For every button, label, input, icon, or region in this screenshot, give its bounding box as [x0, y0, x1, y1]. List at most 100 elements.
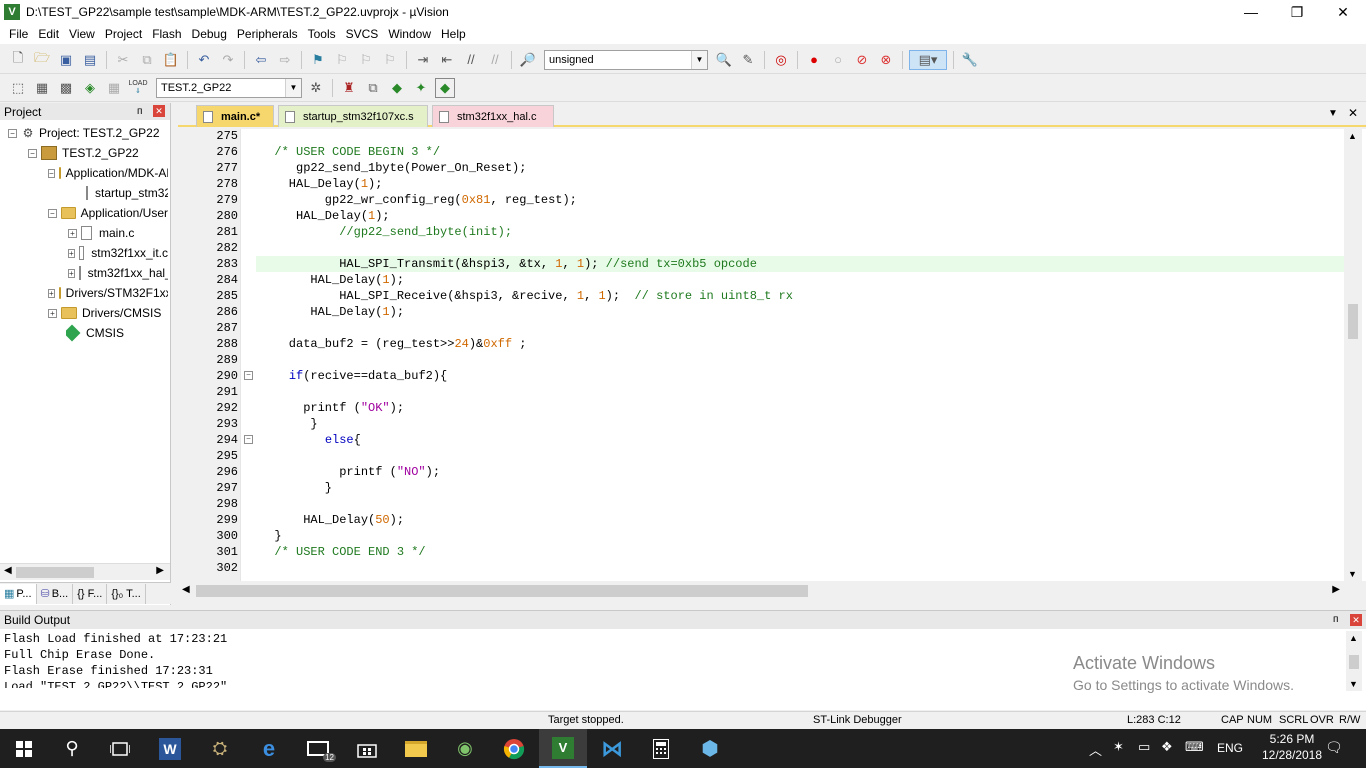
tree-item-startup-file[interactable]: startup_stm32f107xc.s [86, 183, 168, 203]
undo-icon[interactable]: ↶ [194, 50, 214, 70]
close-button[interactable]: ✕ [1320, 0, 1366, 24]
menu-view[interactable]: View [64, 27, 100, 41]
code-line[interactable]: 296 printf ("NO"); [178, 464, 1344, 480]
editor-horizontal-scrollbar[interactable]: ◀ ▶ [178, 582, 1344, 600]
tree-item-group-user[interactable]: − Application/User [48, 203, 168, 223]
menu-window[interactable]: Window [383, 27, 436, 41]
code-line[interactable]: 281 //gp22_send_1byte(init); [178, 224, 1344, 240]
scrollbar-thumb[interactable] [196, 585, 808, 597]
expand-icon[interactable]: + [68, 248, 75, 258]
scroll-down-icon[interactable]: ▼ [1348, 569, 1357, 579]
tray-chevron-up-icon[interactable]: ︿ [1089, 740, 1102, 759]
scroll-up-icon[interactable]: ▲ [1348, 131, 1357, 141]
find-combo[interactable]: unsigned ▼ [544, 49, 708, 70]
batch-build-icon[interactable]: ◈ [80, 78, 100, 98]
scrollbar-thumb[interactable] [16, 567, 94, 578]
breakpoint-disable-all-icon[interactable]: ⊘ [852, 50, 872, 70]
close-editor-icon[interactable]: ✕ [1348, 106, 1358, 120]
translate-icon[interactable]: ⬚ [8, 78, 28, 98]
mail-app-icon[interactable]: 12 [294, 729, 342, 768]
code-line[interactable]: 294− else{ [178, 432, 1344, 448]
cut-icon[interactable]: ✂ [113, 50, 133, 70]
word-app-icon[interactable]: W [146, 729, 194, 768]
code-line[interactable]: 300 } [178, 528, 1344, 544]
code-line[interactable]: 289 [178, 352, 1344, 368]
close-icon[interactable]: ✕ [1350, 614, 1362, 626]
tree-item-target[interactable]: − TEST.2_GP22 [28, 143, 168, 163]
pin-icon[interactable]: ᴨ [137, 106, 142, 117]
unindent-icon[interactable]: ⇤ [437, 50, 457, 70]
pack-installer-icon[interactable]: ◆ [387, 78, 407, 98]
code-line[interactable]: 297 } [178, 480, 1344, 496]
store-app-icon[interactable] [343, 729, 391, 768]
code-line[interactable]: 290− if(recive==data_buf2){ [178, 368, 1344, 384]
calculator-app-icon[interactable] [637, 729, 685, 768]
indent-icon[interactable]: ⇥ [413, 50, 433, 70]
battery-icon[interactable]: ▭ [1138, 739, 1150, 755]
bookmark-prev-icon[interactable]: ⚐ [332, 50, 352, 70]
collapse-icon[interactable]: − [48, 168, 55, 178]
code-line[interactable]: 302 [178, 560, 1344, 576]
tab-books[interactable]: ⛁ B... [37, 583, 74, 604]
tree-item-group-hal-driver[interactable]: + Drivers/STM32F1xx_HAL_Driver [48, 283, 168, 303]
menu-project[interactable]: Project [100, 27, 147, 41]
uvision-taskbar-icon[interactable]: V [539, 729, 587, 768]
code-line[interactable]: 287 [178, 320, 1344, 336]
network-app-icon[interactable]: ◉ [441, 729, 489, 768]
code-line[interactable]: 292 printf ("OK"); [178, 400, 1344, 416]
bookmark-clear-icon[interactable]: ⚐ [380, 50, 400, 70]
code-line[interactable]: 283 HAL_SPI_Transmit(&hspi3, &tx, 1, 1);… [178, 256, 1344, 272]
tab-hal-c[interactable]: stm32f1xx_hal.c [432, 105, 554, 127]
language-indicator[interactable]: ENG [1217, 741, 1243, 755]
code-line[interactable]: 277 gp22_send_1byte(Power_On_Reset); [178, 160, 1344, 176]
tree-item-group-cmsis[interactable]: + Drivers/CMSIS [48, 303, 168, 323]
tree-item-it-c[interactable]: + stm32f1xx_it.c [68, 243, 168, 263]
tab-list-chevron-icon[interactable]: ▼ [1328, 108, 1338, 119]
target-options-icon[interactable]: ✲ [306, 78, 326, 98]
stop-build-icon[interactable]: ▦ [104, 78, 124, 98]
code-line[interactable]: 291 [178, 384, 1344, 400]
virtualbox-app-icon[interactable]: ⬢ [686, 729, 734, 768]
comment-icon[interactable]: // [461, 50, 481, 70]
scroll-down-icon[interactable]: ▼ [1349, 679, 1358, 689]
expand-icon[interactable]: + [48, 308, 57, 318]
navigate-forward-icon[interactable]: ⇨ [275, 50, 295, 70]
code-line[interactable]: 295 [178, 448, 1344, 464]
tab-functions[interactable]: {} F... [73, 583, 108, 604]
chevron-down-icon[interactable]: ▼ [691, 50, 707, 69]
run-time-environment-icon[interactable]: ✦ [411, 78, 431, 98]
tree-item-cmsis-component[interactable]: CMSIS [66, 323, 168, 343]
code-line[interactable]: 275 [178, 129, 1344, 144]
notifications-icon[interactable]: 🗨 [1325, 739, 1343, 756]
wifi-icon[interactable]: ✶ [1113, 739, 1124, 755]
code-line[interactable]: 301 /* USER CODE END 3 */ [178, 544, 1344, 560]
code-line[interactable]: 280 HAL_Delay(1); [178, 208, 1344, 224]
collapse-icon[interactable]: − [28, 148, 37, 158]
search-icon[interactable]: ⚲ [48, 729, 96, 768]
save-all-icon[interactable]: ▤ [80, 50, 100, 70]
paste-icon[interactable]: 📋 [161, 50, 181, 70]
menu-edit[interactable]: Edit [33, 27, 64, 41]
bookmark-toggle-icon[interactable]: ⚑ [308, 50, 328, 70]
tab-project[interactable]: ▦ P... [0, 583, 37, 604]
tab-main-c[interactable]: main.c* [196, 105, 274, 127]
menu-svcs[interactable]: SVCS [341, 27, 384, 41]
collapse-icon[interactable]: − [8, 128, 17, 138]
manage-project-items-icon[interactable]: ♜ [339, 78, 359, 98]
tree-item-project-root[interactable]: − ⚙ Project: TEST.2_GP22 [8, 123, 168, 143]
keyboard-icon[interactable]: ⌨ [1185, 739, 1204, 755]
navigate-back-icon[interactable]: ⇦ [251, 50, 271, 70]
clock-time[interactable]: 5:26 PM [1262, 732, 1322, 746]
dropbox-icon[interactable]: ❖ [1161, 739, 1173, 755]
code-line[interactable]: 276 /* USER CODE BEGIN 3 */ [178, 144, 1344, 160]
menu-peripherals[interactable]: Peripherals [232, 27, 303, 41]
scroll-up-icon[interactable]: ▲ [1349, 633, 1358, 643]
new-file-icon[interactable]: 🗋 [8, 50, 28, 70]
expand-icon[interactable]: + [68, 228, 77, 238]
maximize-button[interactable]: ❐ [1274, 0, 1320, 24]
code-line[interactable]: 279 gp22_wr_config_reg(0x81, reg_test); [178, 192, 1344, 208]
menu-flash[interactable]: Flash [147, 27, 186, 41]
close-icon[interactable]: ✕ [153, 105, 165, 117]
pin-icon[interactable]: ᴨ [1333, 614, 1338, 625]
open-folder-icon[interactable]: 🗁 [32, 50, 52, 70]
